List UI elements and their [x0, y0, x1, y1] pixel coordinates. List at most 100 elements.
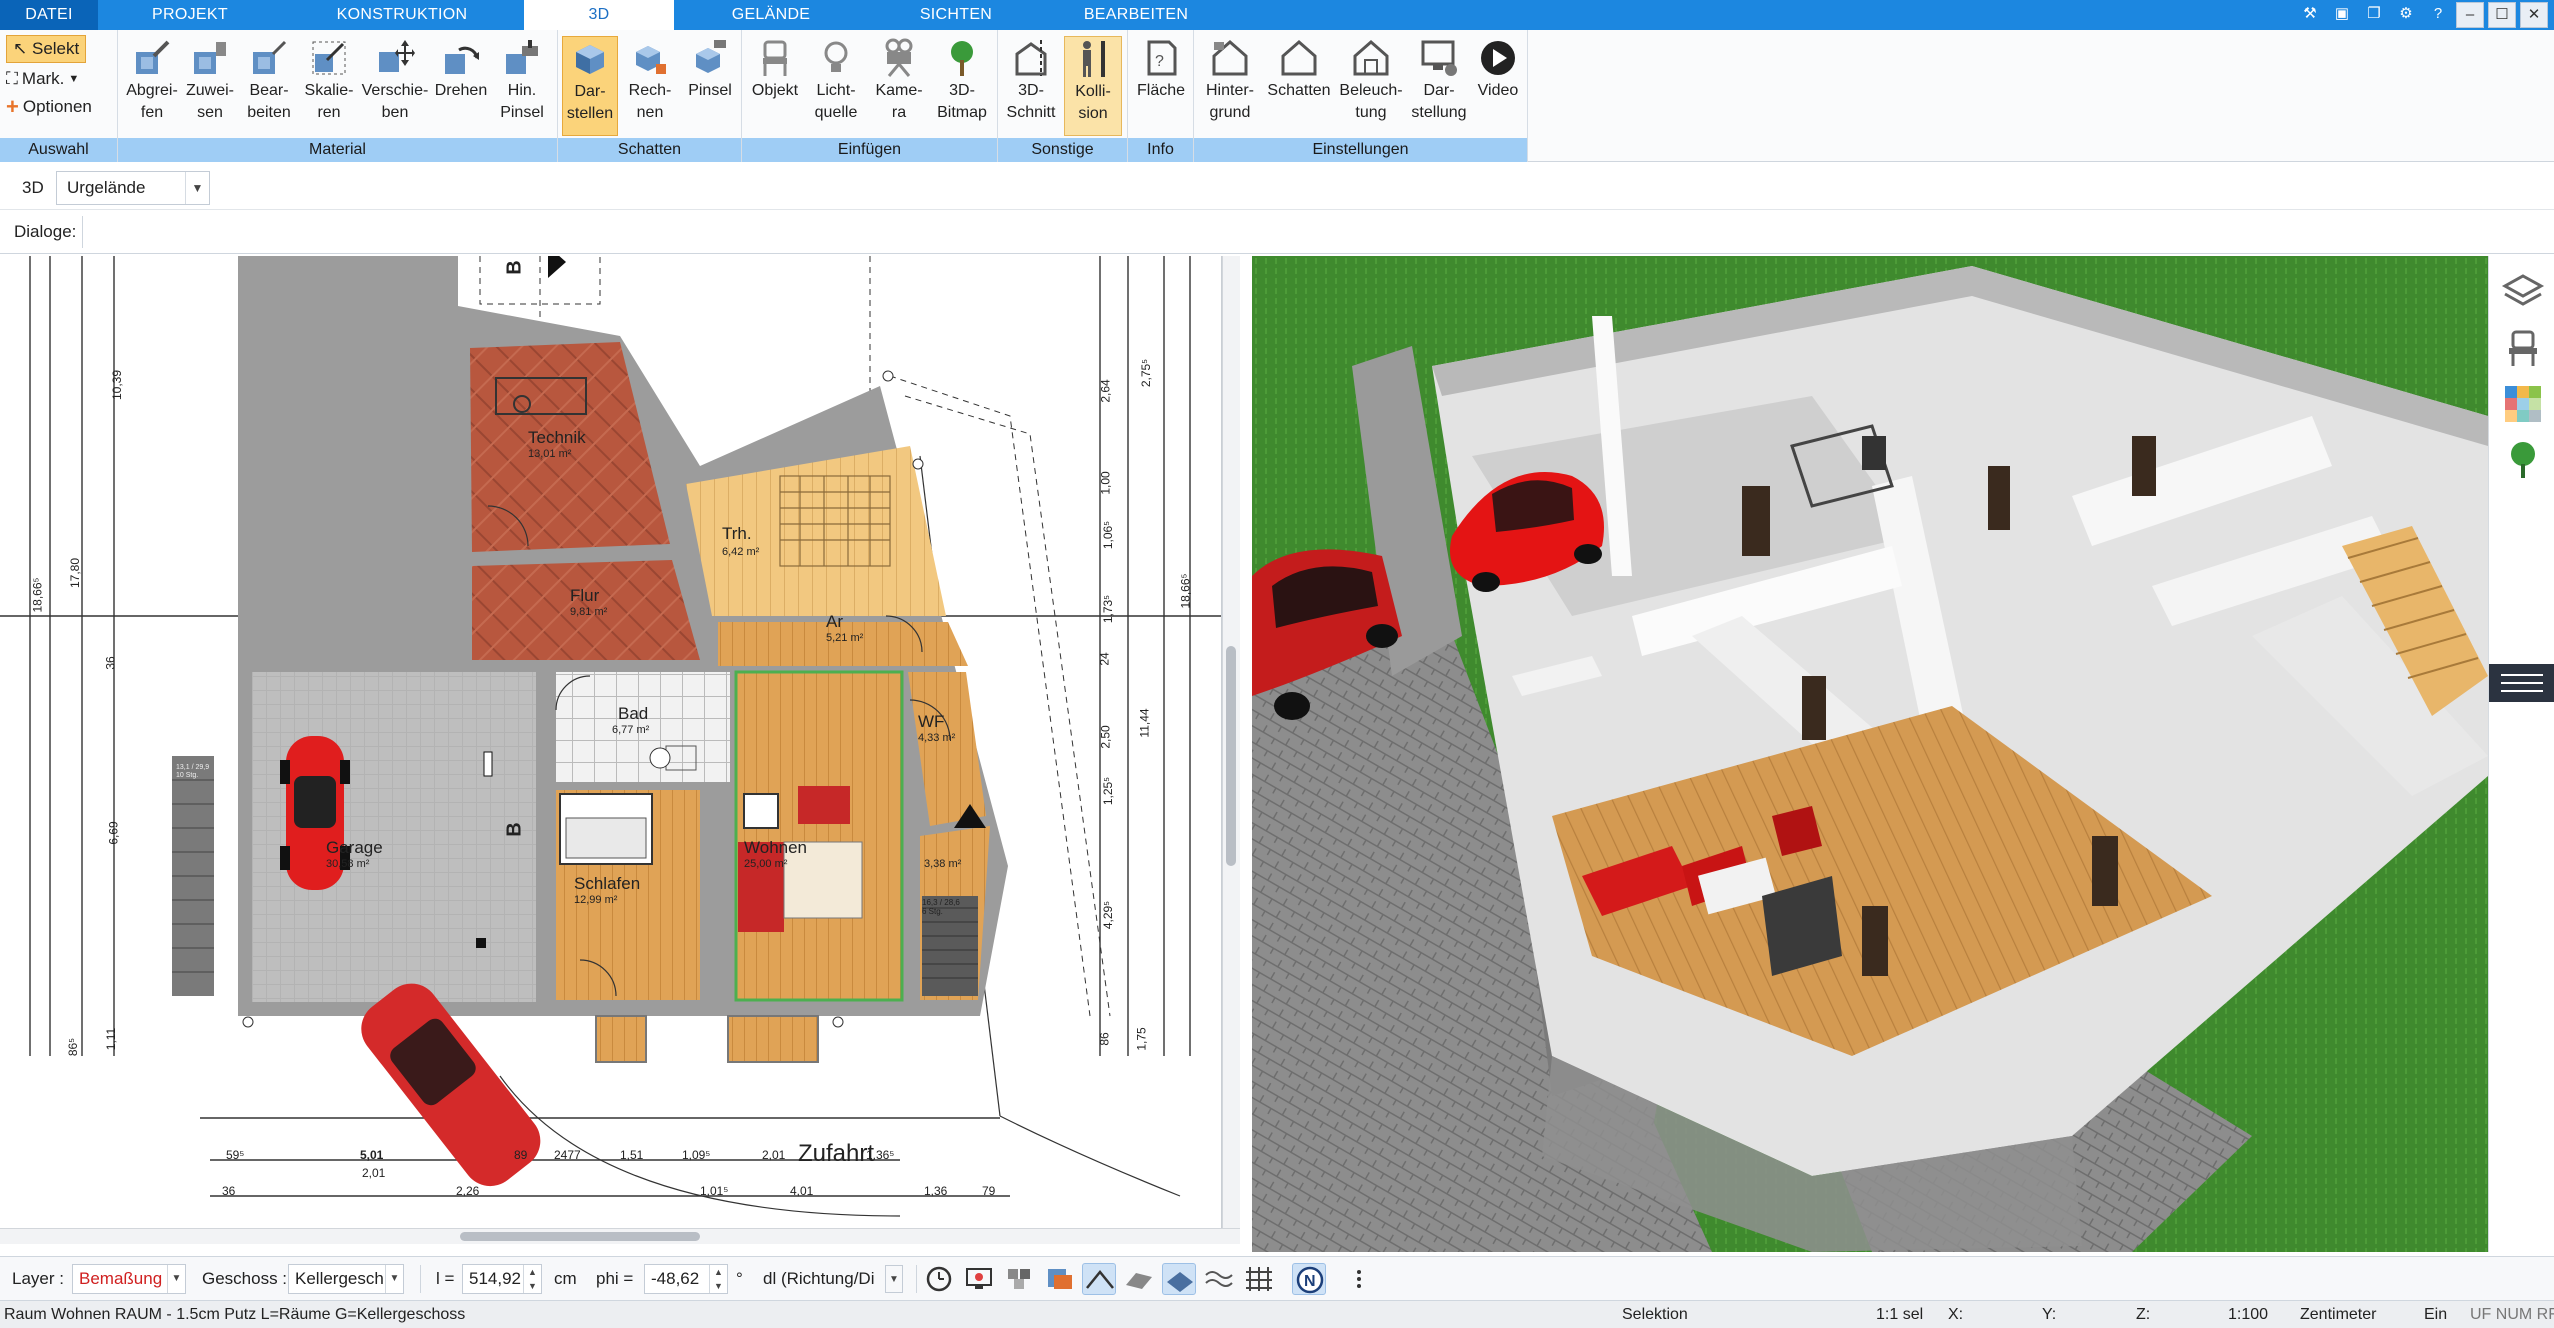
dim-right-12: 1,75: [1134, 1027, 1149, 1051]
length-input[interactable]: 514,92 ▲ ▼: [462, 1264, 542, 1294]
tab-datei[interactable]: DATEI: [0, 0, 98, 30]
schatten-rechnen-button[interactable]: Rech- nen: [622, 36, 678, 136]
bearbeiten-button[interactable]: Bear- beiten: [240, 36, 298, 136]
objekt-button[interactable]: Objekt: [746, 36, 804, 136]
room-label-flur[interactable]: Flur: [570, 586, 599, 606]
plan-hscroll-thumb[interactable]: [460, 1232, 700, 1241]
zuweisen-button[interactable]: Zuwei- sen: [182, 36, 238, 136]
group-einfuegen: Objekt Licht- quelle Kame- ra 3D- Bitmap…: [742, 30, 998, 162]
dim-right-7: 2,50: [1098, 725, 1113, 749]
room-area-stair: 3,38 m²: [924, 858, 962, 870]
dim-right-9: 1,25⁵: [1101, 776, 1116, 806]
more-icon[interactable]: [1342, 1263, 1376, 1295]
floor-plan-view[interactable]: Technik 13,01 m² Trh. 6,42 m² Flur 9,81 …: [0, 256, 1222, 1228]
mark-button[interactable]: ⛶ Mark. ▼: [6, 66, 79, 92]
layer-select[interactable]: Bemaßung ▼: [72, 1264, 186, 1294]
verschieben-button[interactable]: Verschie- ben: [360, 36, 430, 136]
tab-3d[interactable]: 3D: [524, 0, 674, 31]
room-label-garage[interactable]: Garage: [326, 838, 383, 858]
chair-icon: [763, 40, 787, 76]
furniture-icon[interactable]: [2501, 326, 2545, 370]
tab-projekt[interactable]: PROJEKT: [98, 0, 282, 30]
room-label-wf[interactable]: WF: [918, 712, 944, 732]
layer-stack-icon[interactable]: [1042, 1263, 1076, 1295]
kollision-button[interactable]: Kolli- sion: [1064, 36, 1122, 136]
right-sidebar: [2488, 256, 2554, 1252]
sidebar-collapse-handle[interactable]: [2489, 664, 2554, 702]
group-auswahl: ↖ Selekt ⛶ Mark. ▼ + Optionen Auswahl: [0, 30, 118, 162]
flaeche-button[interactable]: ? Fläche: [1132, 36, 1190, 136]
layers-icon[interactable]: [2501, 270, 2545, 314]
3d-view[interactable]: [1252, 256, 2488, 1252]
lichtquelle-button[interactable]: Licht- quelle: [806, 36, 866, 136]
darstellung-button[interactable]: Dar- stellung: [1408, 36, 1470, 136]
schatten-pinsel-button[interactable]: Pinsel: [682, 36, 738, 136]
close-button[interactable]: ✕: [2520, 2, 2548, 28]
kamera-button[interactable]: Kame- ra: [870, 36, 928, 136]
settings-icon[interactable]: ⚙: [2392, 2, 2420, 28]
bottom-toolbar: Layer : Bemaßung ▼ Geschoss : Kellergesc…: [0, 1256, 2554, 1300]
dim-bottom-12: 1,01⁵: [700, 1184, 729, 1198]
plants-icon[interactable]: [2501, 438, 2545, 482]
skalieren-button[interactable]: Skalie- ren: [300, 36, 358, 136]
room-label-ar[interactable]: Ar: [826, 612, 843, 632]
dim-bottom-11: 36: [222, 1184, 236, 1198]
hatch-icon[interactable]: [1122, 1263, 1156, 1295]
wave-icon[interactable]: [1202, 1263, 1236, 1295]
minimize-button[interactable]: –: [2456, 2, 2484, 28]
drehen-button[interactable]: Drehen: [432, 36, 490, 136]
materials-icon[interactable]: [2501, 382, 2545, 426]
tab-konstruktion[interactable]: KONSTRUKTION: [282, 0, 522, 30]
terrain-select[interactable]: Urgelände ▼: [56, 171, 210, 205]
room-label-wohnen[interactable]: Wohnen: [744, 838, 807, 858]
cube-group-icon[interactable]: [1002, 1263, 1036, 1295]
schatten-settings-button[interactable]: Schatten: [1264, 36, 1334, 136]
video-button[interactable]: Video: [1472, 36, 1524, 136]
plan-vscroll-thumb[interactable]: [1226, 646, 1236, 866]
monitor-icon[interactable]: [962, 1263, 996, 1295]
optionen-button[interactable]: + Optionen: [6, 94, 92, 120]
plane-icon[interactable]: [1162, 1263, 1196, 1295]
geschoss-label: Geschoss :: [202, 1269, 288, 1288]
tools-icon[interactable]: ⚒: [2296, 2, 2324, 28]
room-area-ar: 5,21 m²: [826, 632, 864, 644]
group-schatten: Dar- stellen Rech- nen Pinsel Schatten: [558, 30, 742, 162]
dim-left-4: 6,69: [106, 821, 121, 845]
hintergrund-button[interactable]: Hinter- grund: [1198, 36, 1262, 136]
help-icon[interactable]: ?: [2424, 2, 2452, 28]
maximize-button[interactable]: ☐: [2488, 2, 2516, 28]
roof-icon[interactable]: [1082, 1263, 1116, 1295]
stepper-icon[interactable]: ▲ ▼: [709, 1265, 727, 1293]
window-layout-icon[interactable]: ❐: [2360, 2, 2388, 28]
tab-gelaende[interactable]: GELÄNDE: [676, 0, 866, 30]
north-icon[interactable]: N: [1292, 1263, 1326, 1295]
abgreifen-button[interactable]: Abgrei- fen: [124, 36, 180, 136]
clock-icon[interactable]: [922, 1263, 956, 1295]
hin-pinsel-button[interactable]: Hin. Pinsel: [492, 36, 552, 136]
plan-vertical-scrollbar[interactable]: [1222, 256, 1240, 1228]
restore-layout-icon[interactable]: ▣: [2328, 2, 2356, 28]
room-label-trh[interactable]: Trh.: [722, 524, 752, 544]
status-z: Z:: [2136, 1306, 2151, 1323]
room-label-technik[interactable]: Technik: [528, 428, 586, 448]
room-label-bad[interactable]: Bad: [618, 704, 648, 724]
selekt-button[interactable]: ↖ Selekt: [6, 35, 87, 63]
stepper-icon[interactable]: ▲ ▼: [523, 1265, 541, 1293]
divider: [916, 1265, 917, 1293]
plan-horizontal-scrollbar[interactable]: [0, 1228, 1240, 1244]
3d-bitmap-button[interactable]: 3D- Bitmap: [932, 36, 992, 136]
group-label-sonstige: Sonstige: [998, 138, 1127, 162]
tab-sichten[interactable]: SICHTEN: [866, 0, 1046, 30]
chevron-down-icon: ▼: [167, 1265, 185, 1293]
room-label-schlafen[interactable]: Schlafen: [574, 874, 640, 894]
geschoss-select[interactable]: Kellergesch ▼: [288, 1264, 404, 1294]
phi-input[interactable]: -48,62 ▲ ▼: [644, 1264, 728, 1294]
tab-bearbeiten[interactable]: BEARBEITEN: [1046, 0, 1226, 30]
beleuchtung-button[interactable]: Beleuch- tung: [1336, 36, 1406, 136]
room-area-bad: 6,77 m²: [612, 724, 650, 736]
3d-schnitt-button[interactable]: 3D- Schnitt: [1002, 36, 1060, 136]
schatten-darstellen-button[interactable]: Dar- stellen: [562, 36, 618, 136]
grid-icon[interactable]: [1242, 1263, 1276, 1295]
direction-select[interactable]: dl (Richtung/Di ▼: [756, 1264, 904, 1294]
menu-bar: DATEI PROJEKT KONSTRUKTION 3D GELÄNDE SI…: [0, 0, 2554, 31]
